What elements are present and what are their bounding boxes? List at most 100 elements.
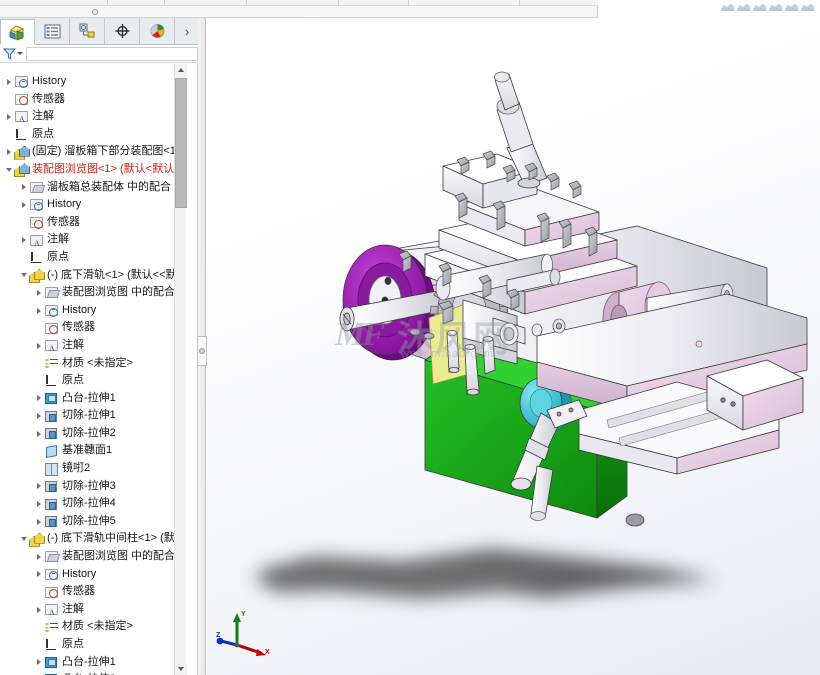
tree-node[interactable]: 溜板箱总装配体 中的配合: [0, 179, 186, 197]
tree-node[interactable]: 原点: [0, 636, 186, 654]
tree-node[interactable]: 注解: [0, 108, 186, 129]
ribbon-pin-row[interactable]: [0, 6, 598, 18]
tree-node[interactable]: 材质 <未指定>: [0, 618, 186, 636]
tree-node[interactable]: History: [0, 302, 186, 320]
pin-ribbon-icon[interactable]: [92, 9, 98, 15]
appearance-icon[interactable]: [801, 3, 814, 11]
view-orientation-icon[interactable]: [753, 3, 766, 11]
tree-node[interactable]: 材质 <未指定>: [0, 355, 186, 373]
panel-splitter[interactable]: [197, 18, 207, 675]
tree-node[interactable]: 注解: [0, 231, 186, 252]
tree-expand-toggle[interactable]: [33, 601, 44, 618]
tree-expand-toggle[interactable]: [18, 179, 29, 196]
section-icon[interactable]: [737, 3, 750, 11]
tree-node[interactable]: 注解: [0, 337, 186, 358]
tree-node[interactable]: 切除-拉伸5: [0, 513, 186, 531]
tree-node[interactable]: 凸台-拉伸2: [0, 671, 186, 675]
tree-node[interactable]: (-) 底下滑轨<1> (默认<<默认:: [0, 267, 186, 285]
tree-expand-toggle[interactable]: [33, 302, 44, 319]
tree-node[interactable]: (-) 底下滑轨中间柱<1> (默认<: [0, 530, 186, 548]
tree-expand-toggle[interactable]: [33, 566, 44, 583]
more-tabs-button[interactable]: ›: [176, 18, 198, 44]
tree-node-label: 切除-拉伸2: [62, 426, 116, 439]
tree-expand-toggle[interactable]: [33, 284, 44, 301]
tree-node[interactable]: 切除-拉伸3: [0, 478, 186, 496]
tree-node[interactable]: 传感器: [0, 583, 186, 601]
configuration-manager-tab[interactable]: [70, 18, 105, 44]
hide-show-icon[interactable]: [785, 3, 798, 11]
tree-expand-toggle[interactable]: [33, 390, 44, 407]
tree-node[interactable]: History: [0, 196, 186, 214]
graphics-viewport[interactable]: MF 沐风网 www.mfcad.com Y X Z: [207, 18, 820, 675]
tree-node[interactable]: 装配图浏览图<1> (默认<默认_: [0, 161, 186, 179]
tree-node[interactable]: 凸台-拉伸1: [0, 390, 186, 408]
tree-node[interactable]: 凸台-拉伸1: [0, 654, 186, 672]
filter-funnel-icon[interactable]: [3, 47, 16, 60]
tree-expand-toggle[interactable]: [3, 144, 14, 161]
tree-node[interactable]: 装配图浏览图 中的配合: [0, 548, 186, 566]
top-right-toolbar[interactable]: [721, 1, 814, 13]
manager-tabbar[interactable]: ›: [0, 18, 198, 45]
tree-node[interactable]: History: [0, 566, 186, 584]
display-manager-tab[interactable]: [140, 18, 175, 44]
scroll-up-button[interactable]: [175, 64, 187, 76]
mates-icon: [44, 285, 59, 300]
feature-tree-scrollbar[interactable]: [174, 64, 187, 675]
crosshair-icon: [115, 24, 129, 38]
scroll-thumb[interactable]: [175, 78, 187, 208]
boss-extrude-icon: [44, 655, 59, 670]
property-manager-tab[interactable]: [35, 18, 70, 44]
scroll-down-button[interactable]: [175, 663, 187, 675]
shaded-icon[interactable]: [721, 3, 734, 11]
display-style-icon[interactable]: [769, 3, 782, 11]
filter-dropdown-icon[interactable]: [17, 52, 23, 55]
tree-node[interactable]: 镜咑2: [0, 460, 186, 478]
tree-node-label: 镜咑2: [62, 462, 91, 475]
tree-expand-toggle[interactable]: [18, 531, 29, 548]
tree-node[interactable]: 切除-拉伸1: [0, 407, 186, 425]
tree-node[interactable]: 原点: [0, 372, 186, 390]
tree-expand-toggle[interactable]: [33, 337, 44, 354]
tree-node[interactable]: 传感器: [0, 319, 186, 337]
splitter-grip[interactable]: [197, 336, 207, 366]
tree-expand-toggle[interactable]: [18, 196, 29, 213]
tree-expand-toggle[interactable]: [33, 425, 44, 442]
material-icon: [44, 356, 59, 371]
tree-node[interactable]: 原点: [0, 126, 186, 144]
tree-node-label: 原点: [47, 250, 69, 263]
tree-node[interactable]: 传感器: [0, 91, 186, 109]
tree-expand-toggle[interactable]: [33, 408, 44, 425]
tree-expand-toggle[interactable]: [18, 232, 29, 249]
tree-node[interactable]: 传感器: [0, 214, 186, 232]
filter-input[interactable]: [26, 46, 198, 61]
cad-assembly-model[interactable]: [207, 18, 820, 675]
tree-expand-toggle[interactable]: [3, 161, 14, 178]
cut-extrude-icon: [44, 479, 59, 494]
tree-node-label: 材质 <未指定>: [62, 356, 133, 369]
tree-expand-toggle[interactable]: [33, 654, 44, 671]
tree-node-label: History: [47, 198, 82, 211]
tree-node[interactable]: 基准韢面1: [0, 442, 186, 460]
tree-node-label: 切除-拉伸4: [62, 497, 116, 510]
tree-expand-toggle[interactable]: [33, 671, 44, 675]
tree-node[interactable]: (固定) 溜板箱下部分装配图<1> (默: [0, 143, 186, 161]
tree-expand-toggle[interactable]: [33, 548, 44, 565]
tree-node-label: 装配图浏览图<1> (默认<默认_: [32, 162, 181, 175]
tree-expand-toggle[interactable]: [3, 108, 14, 125]
tree-expand-toggle[interactable]: [33, 513, 44, 530]
tree-node[interactable]: 切除-拉伸2: [0, 425, 186, 443]
tree-expand-toggle[interactable]: [33, 478, 44, 495]
feature-manager-tab[interactable]: [0, 19, 35, 45]
tree-node[interactable]: History: [0, 73, 186, 91]
tree-node[interactable]: 注解: [0, 601, 186, 622]
tree-expand-toggle[interactable]: [33, 496, 44, 513]
filter-bar[interactable]: [0, 45, 198, 63]
tree-node[interactable]: 原点: [0, 249, 186, 267]
feature-tree[interactable]: History传感器注解原点(固定) 溜板箱下部分装配图<1> (默装配图浏览图…: [0, 64, 186, 675]
dimxpert-manager-tab[interactable]: [105, 18, 140, 44]
tree-node[interactable]: 装配图浏览图 中的配合: [0, 284, 186, 302]
tree-expand-toggle[interactable]: [3, 73, 14, 90]
tree-node[interactable]: 切除-拉伸4: [0, 495, 186, 513]
tree-expand-toggle[interactable]: [18, 267, 29, 284]
